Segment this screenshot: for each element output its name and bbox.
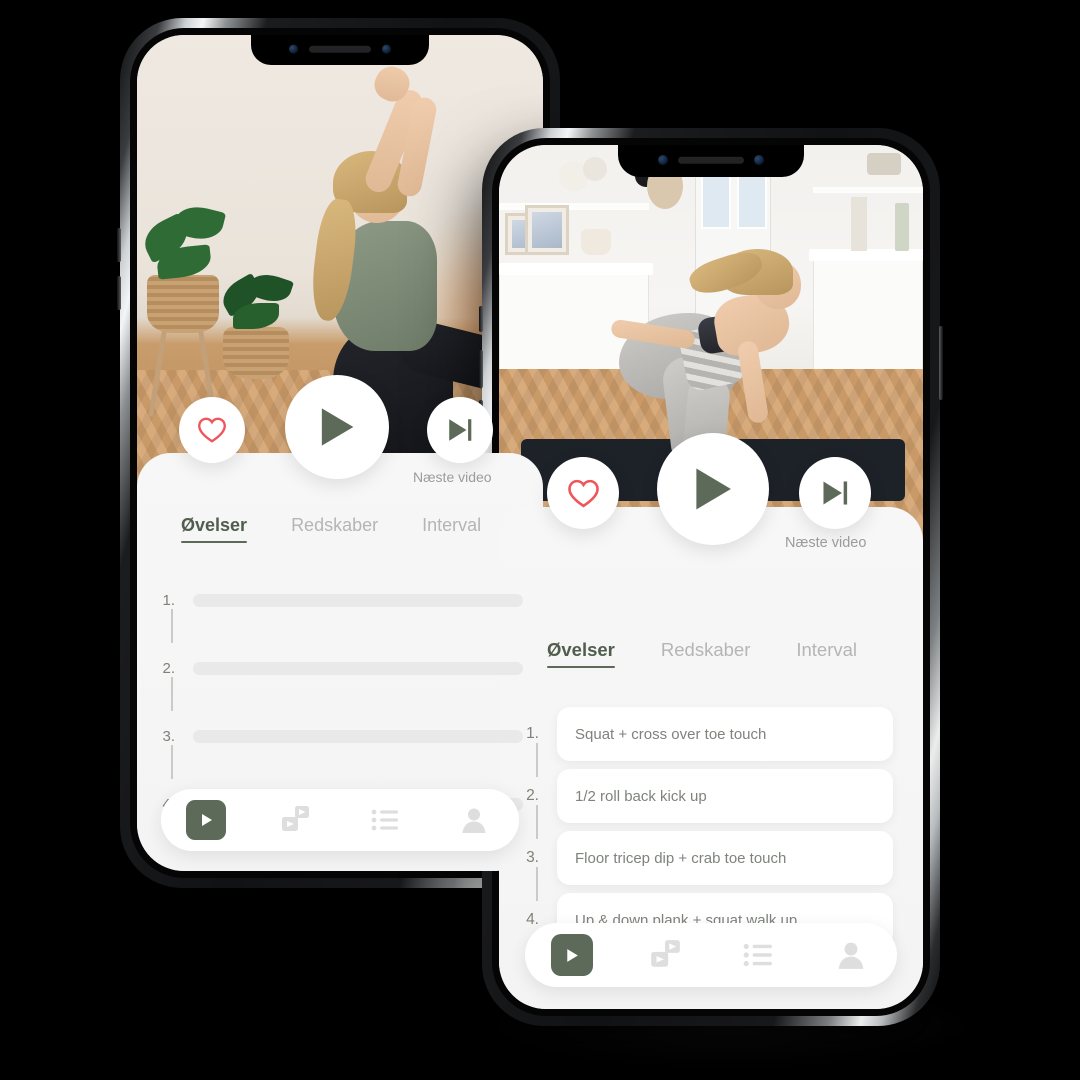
favorite-button[interactable] xyxy=(179,397,245,463)
nav-programs-button[interactable] xyxy=(275,800,315,840)
back-phone-volume-down-button[interactable] xyxy=(117,276,121,310)
list-item[interactable]: 1. xyxy=(147,589,543,611)
back-phone-screen: Næste video Øvelser Redskaber Interval 1… xyxy=(137,35,543,871)
next-video-label: Næste video xyxy=(413,469,492,485)
next-video-label: Næste video xyxy=(785,535,867,551)
front-camera xyxy=(658,155,668,165)
skip-next-icon xyxy=(449,419,472,441)
earpiece-grille xyxy=(309,45,371,53)
nav-profile-button[interactable] xyxy=(454,800,494,840)
list-item[interactable]: 1. Squat + cross over toe touch xyxy=(511,707,911,761)
front-tab-redskaber[interactable]: Redskaber xyxy=(661,639,750,661)
front-tab-ovelser[interactable]: Øvelser xyxy=(547,639,615,668)
front-media-controls: Næste video xyxy=(499,433,923,565)
front-phone-screen: Næste video Øvelser Redskaber Interval 1… xyxy=(499,145,923,1009)
next-video-button[interactable] xyxy=(427,397,493,463)
front-tab-interval[interactable]: Interval xyxy=(796,639,857,661)
list-item[interactable]: 2. 1/2 roll back kick up xyxy=(511,769,911,823)
nav-videos-button[interactable] xyxy=(185,800,226,840)
nav-profile-button[interactable] xyxy=(830,934,872,976)
back-media-controls: Næste video xyxy=(137,375,543,495)
list-connector xyxy=(171,677,173,711)
active-tab-underline xyxy=(547,666,615,668)
programs-icon xyxy=(650,940,680,967)
play-icon xyxy=(321,408,354,446)
exercise-card[interactable]: 1/2 roll back kick up xyxy=(557,769,893,823)
nav-videos-button[interactable] xyxy=(550,934,593,976)
active-tab-underline xyxy=(181,541,248,543)
heart-outline-icon xyxy=(567,479,599,507)
exercise-card[interactable]: Squat + cross over toe touch xyxy=(557,707,893,761)
skeleton-bar xyxy=(193,661,523,675)
front-phone-mockup: Næste video Øvelser Redskaber Interval 1… xyxy=(479,128,943,1026)
list-item[interactable]: 3. xyxy=(147,725,543,747)
nav-programs-button[interactable] xyxy=(644,934,686,976)
back-tabs: Øvelser Redskaber Interval xyxy=(181,515,481,543)
back-phone-volume-up-button[interactable] xyxy=(117,228,121,262)
back-tab-ovelser[interactable]: Øvelser xyxy=(181,515,248,543)
skeleton-bar xyxy=(193,729,523,743)
list-connector xyxy=(171,745,173,779)
back-phone-notch xyxy=(251,35,429,65)
person-icon xyxy=(462,808,486,833)
play-square-icon xyxy=(201,814,212,826)
programs-icon xyxy=(282,806,310,831)
list-icon xyxy=(371,809,398,831)
heart-outline-icon xyxy=(198,417,226,443)
skip-next-icon xyxy=(823,481,848,505)
front-phone-power-button[interactable] xyxy=(939,326,943,400)
play-button[interactable] xyxy=(657,433,769,545)
face-id-sensor xyxy=(754,155,764,165)
play-button[interactable] xyxy=(285,375,389,479)
play-icon xyxy=(696,468,731,510)
list-connector xyxy=(171,609,173,643)
front-phone-mute-switch[interactable] xyxy=(479,306,483,332)
person-icon xyxy=(838,942,863,969)
back-tab-redskaber[interactable]: Redskaber xyxy=(291,515,378,536)
nav-plans-button[interactable] xyxy=(365,800,405,840)
front-camera xyxy=(289,44,298,54)
next-video-button[interactable] xyxy=(799,457,871,529)
face-id-sensor xyxy=(382,44,391,54)
back-phone-mockup: Næste video Øvelser Redskaber Interval 1… xyxy=(117,18,560,888)
front-tabs: Øvelser Redskaber Interval xyxy=(547,639,857,668)
front-phone-notch xyxy=(618,145,804,177)
play-square-icon xyxy=(567,948,578,962)
back-bottom-navbar xyxy=(161,789,519,851)
back-tab-interval[interactable]: Interval xyxy=(422,515,481,536)
screenshot-stage: Næste video Øvelser Redskaber Interval 1… xyxy=(0,0,1080,1080)
list-item[interactable]: 2. xyxy=(147,657,543,679)
list-item[interactable]: 3. Floor tricep dip + crab toe touch xyxy=(511,831,911,885)
nav-plans-button[interactable] xyxy=(737,934,779,976)
exercise-card[interactable]: Floor tricep dip + crab toe touch xyxy=(557,831,893,885)
front-exercise-list: 1. Squat + cross over toe touch 2. 1/2 r… xyxy=(499,699,923,959)
earpiece-grille xyxy=(678,156,744,164)
favorite-button[interactable] xyxy=(547,457,619,529)
front-bottom-navbar xyxy=(525,923,897,987)
back-exercise-list: 1. 2. 3. 4. xyxy=(137,583,543,823)
skeleton-bar xyxy=(193,593,523,607)
list-icon xyxy=(743,943,772,967)
